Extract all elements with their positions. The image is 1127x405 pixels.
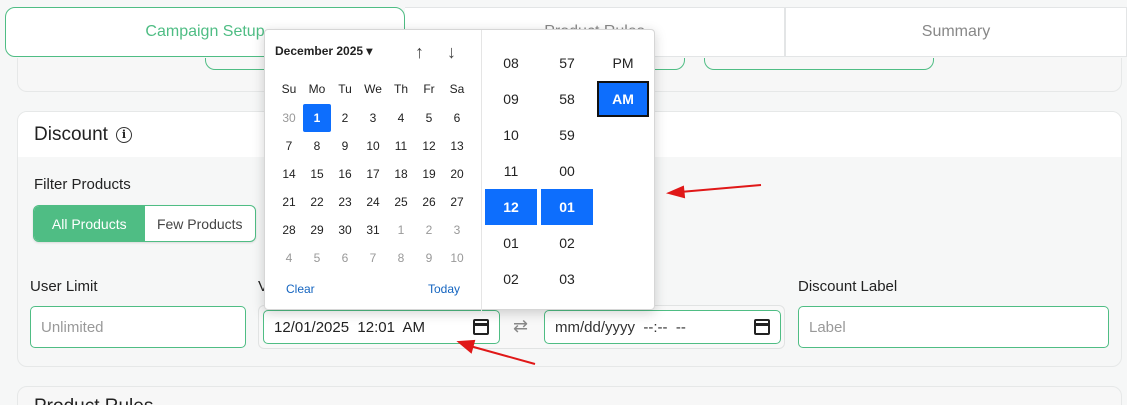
annotation-arrows — [456, 184, 762, 365]
annotation-arrow — [456, 339, 536, 365]
annotation-arrow — [665, 184, 762, 199]
